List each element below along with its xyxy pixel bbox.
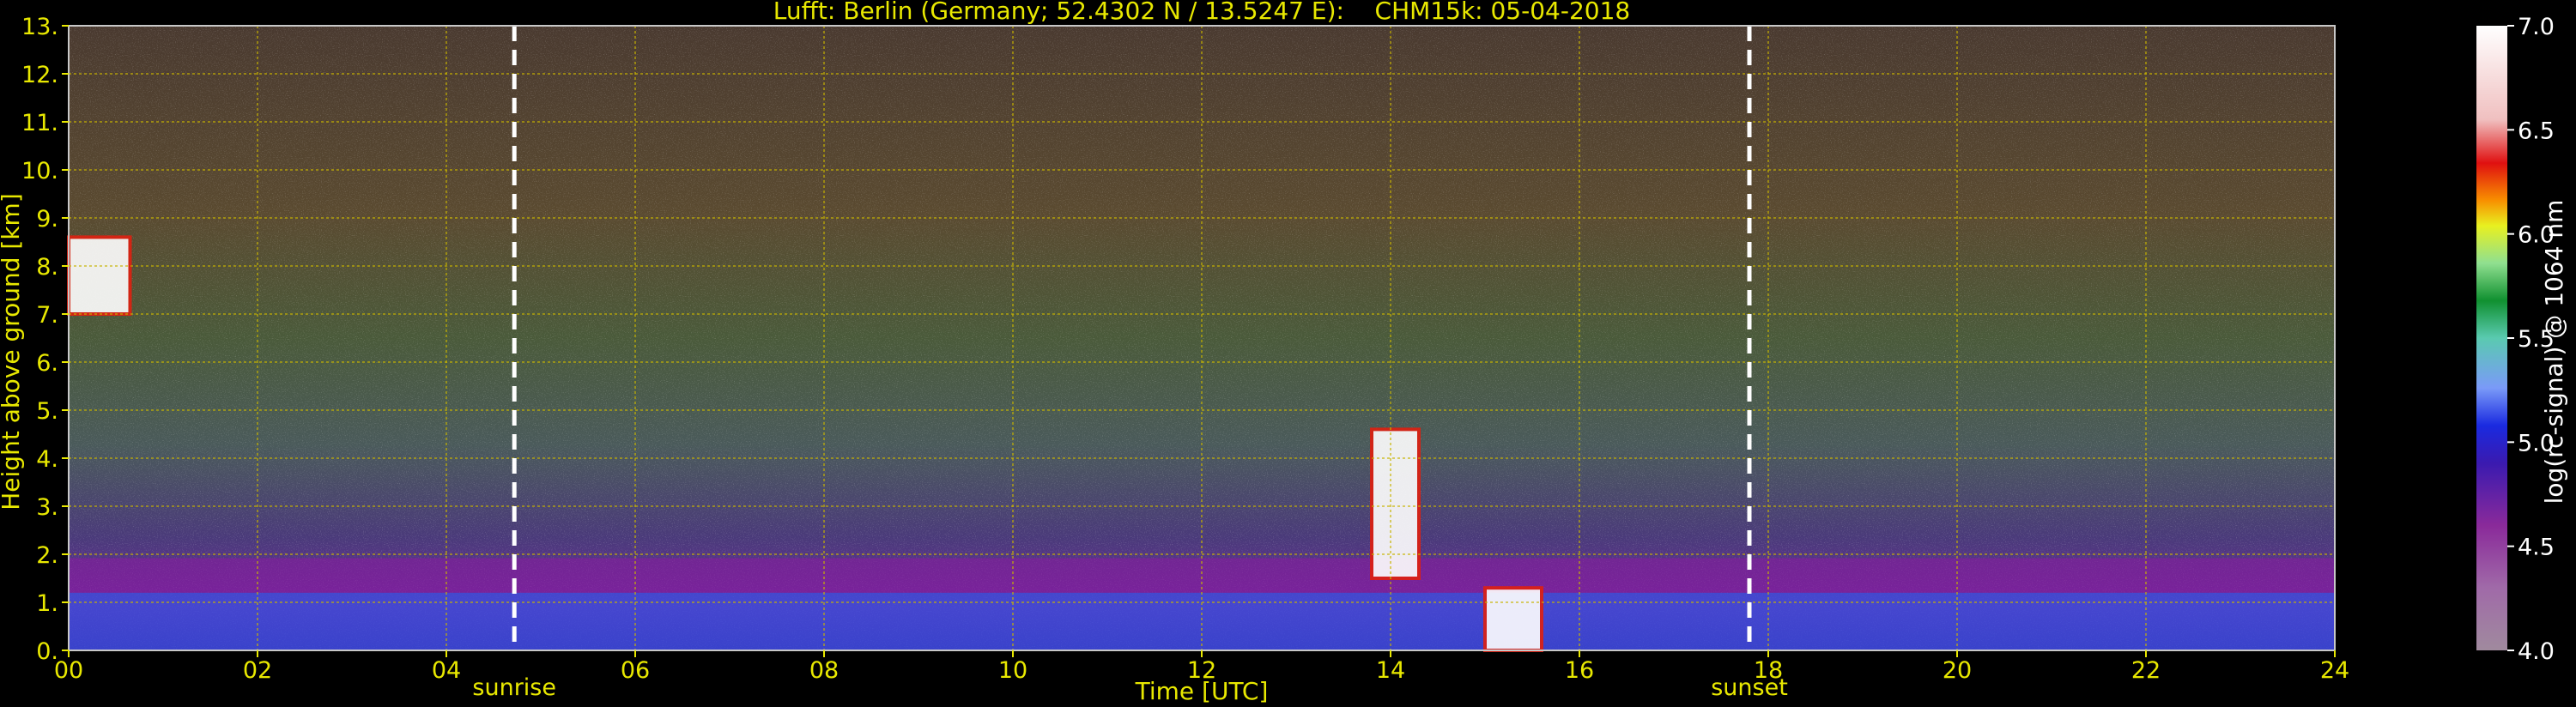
x-tick-label: 02 xyxy=(243,657,272,684)
y-tick-label: 13. xyxy=(21,14,58,40)
y-tick-label: 4. xyxy=(36,446,58,473)
x-tick-label: 24 xyxy=(2320,657,2349,684)
x-tick-label: 22 xyxy=(2131,657,2161,684)
y-tick-label: 5. xyxy=(36,398,58,425)
colorbar-tick-label: 4.0 xyxy=(2518,638,2555,665)
cloud-1 xyxy=(67,235,132,316)
y-tick-label: 2. xyxy=(36,542,58,569)
y-tick-label: 10. xyxy=(21,158,58,184)
y-tick-label: 9. xyxy=(36,206,58,233)
x-tick-label: 20 xyxy=(1943,657,1972,684)
y-tick-label: 1. xyxy=(36,590,58,617)
y-tick-label: 11. xyxy=(21,110,58,136)
x-tick-label: 14 xyxy=(1376,657,1405,684)
plot-area xyxy=(67,25,2336,653)
x-axis-label: Time [UTC] xyxy=(1135,677,1269,705)
colorbar-scale xyxy=(2476,26,2507,650)
y-tick-label: 8. xyxy=(36,254,58,281)
y-tick-label: 12. xyxy=(21,62,58,88)
y-tick-label: 0. xyxy=(36,638,58,665)
colorbar-tick-label: 7.0 xyxy=(2518,14,2555,40)
x-tick-label: 08 xyxy=(809,657,839,684)
event-label-sunset: sunset xyxy=(1711,674,1788,701)
x-tick-label: 06 xyxy=(621,657,650,684)
colorbar-label: log(rc-signal) @ 1064 nm xyxy=(2540,200,2568,505)
colorbar-tick-label: 6.5 xyxy=(2518,118,2555,144)
cloud-3 xyxy=(1483,586,1543,653)
chart-title: Lufft: Berlin (Germany; 52.4302 N / 13.5… xyxy=(773,0,1630,25)
y-tick-label: 7. xyxy=(36,302,58,329)
x-tick-label: 10 xyxy=(998,657,1027,684)
cloud-2 xyxy=(1370,427,1421,580)
event-label-sunrise: sunrise xyxy=(472,674,556,701)
y-tick-label: 3. xyxy=(36,494,58,521)
x-tick-label: 04 xyxy=(432,657,461,684)
colorbar: 4.04.55.05.56.06.57.0 log(rc-signal) @ 1… xyxy=(2476,14,2568,665)
colorbar-tick-label: 4.5 xyxy=(2518,535,2555,561)
y-axis-label: Height above ground [km] xyxy=(0,193,25,511)
lidar-chart: 00 02 04 06 08 10 12 14 16 18 20 22 24 0.1.2.3.4.5.6… xyxy=(0,0,2568,705)
y-tick-label: 6. xyxy=(36,350,58,377)
boundary-layer xyxy=(69,592,2335,650)
x-tick-label: 16 xyxy=(1565,657,1594,684)
